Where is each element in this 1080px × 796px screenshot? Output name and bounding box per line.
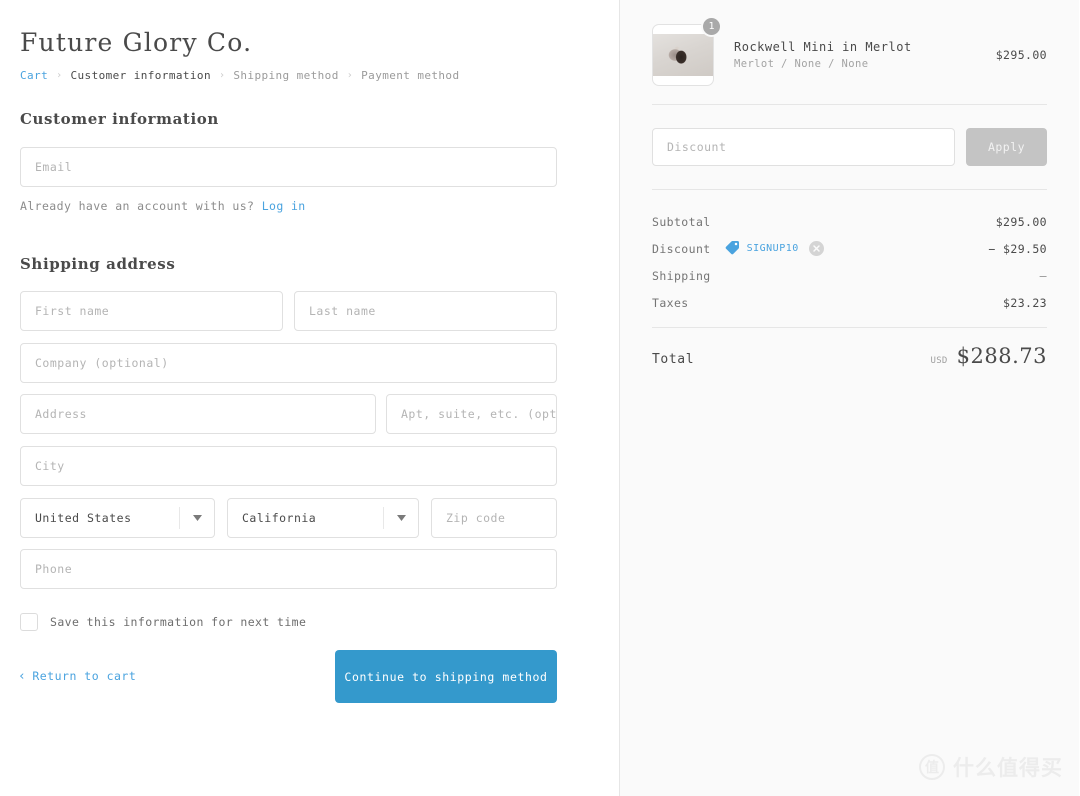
- breadcrumb-item-cart[interactable]: Cart: [20, 69, 48, 82]
- order-summary-panel: 1 Rockwell Mini in Merlot Merlot / None …: [620, 0, 1079, 796]
- subtotal-value: $295.00: [995, 214, 1047, 229]
- first-name-placeholder: First name: [35, 304, 110, 318]
- remove-discount-icon[interactable]: [808, 241, 824, 256]
- city-input[interactable]: City: [20, 446, 557, 486]
- account-prompt: Already have an account with us? Log in: [20, 199, 306, 213]
- apartment-placeholder: Apt, suite, etc. (optional): [401, 407, 557, 421]
- last-name-input[interactable]: Last name: [294, 291, 557, 331]
- zip-code-input[interactable]: Zip code: [431, 498, 557, 538]
- return-to-cart-label: Return to cart: [32, 669, 137, 683]
- grand-total-right: USD $288.73: [931, 344, 1048, 368]
- save-information-checkbox[interactable]: [20, 613, 38, 631]
- first-name-input[interactable]: First name: [20, 291, 283, 331]
- continue-button-label: Continue to shipping method: [344, 669, 548, 684]
- breadcrumb: Cart › Customer information › Shipping m…: [20, 69, 459, 82]
- country-select-value: United States: [35, 511, 132, 525]
- summary-divider: [652, 104, 1047, 105]
- chevron-left-icon: ‹: [18, 668, 27, 684]
- discount-placeholder: Discount: [667, 140, 727, 154]
- state-select-value: California: [242, 511, 317, 525]
- summary-divider: [652, 189, 1047, 190]
- apartment-input[interactable]: Apt, suite, etc. (optional): [386, 394, 557, 434]
- log-in-link[interactable]: Log in: [262, 199, 306, 213]
- order-line-item: 1 Rockwell Mini in Merlot Merlot / None …: [652, 16, 1047, 90]
- product-thumbnail-wrapper: 1: [652, 16, 722, 86]
- line-item-title: Rockwell Mini in Merlot: [734, 40, 912, 54]
- last-name-placeholder: Last name: [309, 304, 376, 318]
- totals-row-subtotal: Subtotal $295.00: [652, 208, 1047, 235]
- save-information-label: Save this information for next time: [50, 615, 307, 629]
- quantity-badge: 1: [701, 16, 722, 37]
- subtotal-label: Subtotal: [652, 214, 711, 229]
- grand-total-label: Total: [652, 352, 695, 367]
- totals-row-shipping: Shipping —: [652, 262, 1047, 289]
- discount-value: − $29.50: [988, 241, 1047, 256]
- company-placeholder: Company (optional): [35, 356, 169, 370]
- shipping-value: —: [1039, 268, 1047, 283]
- chevron-right-icon: ›: [346, 70, 354, 81]
- apply-button-label: Apply: [987, 140, 1026, 154]
- phone-input[interactable]: Phone: [20, 549, 557, 589]
- store-name: Future Glory Co.: [20, 28, 253, 57]
- chevron-down-icon: [180, 499, 214, 537]
- discount-row: Discount Apply: [652, 128, 1047, 166]
- summary-divider: [652, 327, 1047, 328]
- chevron-down-icon: [384, 499, 418, 537]
- line-item-variant: Merlot / None / None: [734, 58, 869, 70]
- line-item-price: $295.00: [995, 48, 1047, 62]
- email-input[interactable]: Email: [20, 147, 557, 187]
- chevron-right-icon: ›: [218, 70, 226, 81]
- country-select[interactable]: United States: [20, 498, 215, 538]
- grand-total-amount: $288.73: [956, 344, 1047, 368]
- discount-code-chip: SIGNUP10: [725, 240, 824, 258]
- taxes-label: Taxes: [652, 295, 689, 310]
- breadcrumb-item-shipping-method: Shipping method: [233, 69, 339, 82]
- line-item-info: Rockwell Mini in Merlot Merlot / None / …: [734, 40, 986, 70]
- breadcrumb-item-payment-method: Payment method: [361, 69, 460, 82]
- shipping-label: Shipping: [652, 268, 711, 283]
- address-input[interactable]: Address: [20, 394, 376, 434]
- discount-code-label: SIGNUP10: [746, 243, 799, 254]
- order-totals: Subtotal $295.00 Discount SIGNUP10 − $29…: [652, 208, 1047, 316]
- email-placeholder: Email: [35, 160, 73, 174]
- totals-row-taxes: Taxes $23.23: [652, 289, 1047, 316]
- watermark: 值 什么值得买: [919, 752, 1063, 782]
- customer-information-heading: Customer information: [20, 110, 219, 128]
- apply-discount-button[interactable]: Apply: [966, 128, 1047, 166]
- shipping-address-heading: Shipping address: [20, 255, 176, 273]
- watermark-badge-icon: 值: [919, 754, 945, 780]
- return-to-cart-link[interactable]: ‹ Return to cart: [18, 669, 136, 683]
- phone-placeholder: Phone: [35, 562, 73, 576]
- checkout-page: Future Glory Co. Cart › Customer informa…: [0, 0, 1080, 796]
- save-information-row[interactable]: Save this information for next time: [20, 613, 306, 631]
- product-image: [653, 34, 713, 76]
- state-select[interactable]: California: [227, 498, 419, 538]
- chevron-right-icon: ›: [56, 70, 63, 81]
- grand-total-row: Total USD $288.73: [652, 344, 1047, 368]
- watermark-text: 什么值得买: [953, 756, 1063, 780]
- discount-label: Discount: [652, 241, 711, 256]
- zip-code-placeholder: Zip code: [446, 511, 506, 525]
- taxes-value: $23.23: [1003, 295, 1047, 310]
- checkout-main-panel: Future Glory Co. Cart › Customer informa…: [0, 0, 620, 796]
- address-placeholder: Address: [35, 407, 87, 421]
- totals-row-discount: Discount SIGNUP10 − $29.50: [652, 235, 1047, 262]
- company-input[interactable]: Company (optional): [20, 343, 557, 383]
- tag-icon: [725, 240, 740, 258]
- discount-input[interactable]: Discount: [652, 128, 955, 166]
- city-placeholder: City: [35, 459, 65, 473]
- breadcrumb-item-customer-information[interactable]: Customer information: [71, 69, 211, 82]
- account-prompt-text: Already have an account with us?: [20, 199, 255, 213]
- currency-label: USD: [930, 356, 948, 366]
- continue-to-shipping-method-button[interactable]: Continue to shipping method: [335, 650, 557, 703]
